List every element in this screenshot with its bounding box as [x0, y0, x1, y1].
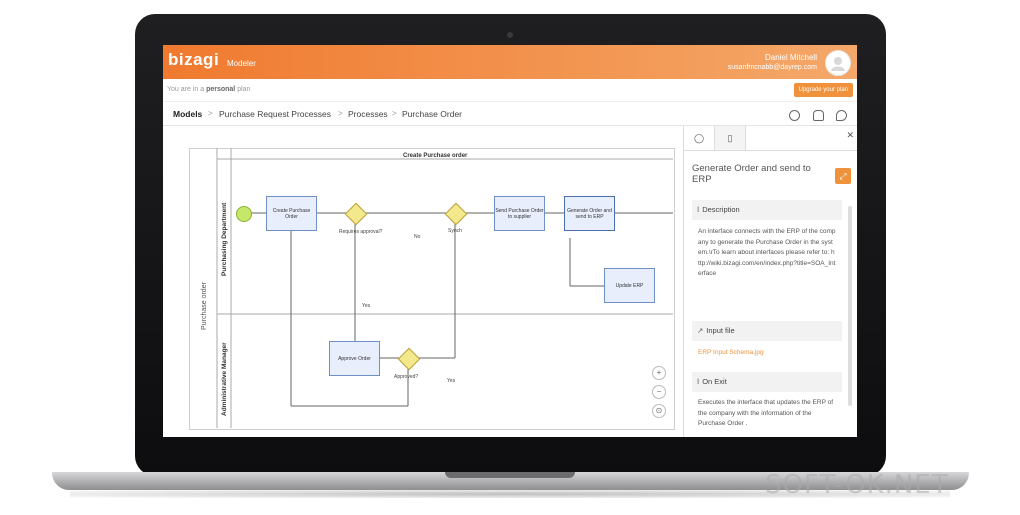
input-file-link[interactable]: ERP Input Schema.jpg — [698, 349, 764, 356]
task-update-erp[interactable]: Update ERP — [604, 268, 655, 303]
zoom-fit-icon[interactable]: ⊙ — [652, 404, 666, 418]
app-logo[interactable]: bizagi — [168, 50, 219, 70]
bell-icon[interactable] — [812, 110, 824, 121]
breadcrumb-purchase-request[interactable]: Purchase Request Processes — [219, 109, 331, 119]
breadcrumb-models[interactable]: Models — [173, 109, 202, 119]
label-approved: Approved? — [394, 374, 419, 380]
breadcrumb-separator: > — [208, 109, 213, 118]
avatar[interactable] — [825, 50, 851, 76]
label-synch: Synch — [448, 228, 462, 234]
text-icon: Ⅰ — [697, 377, 700, 386]
label-no: No — [414, 234, 421, 240]
on-exit-header[interactable]: Ⅰ On Exit — [692, 372, 842, 392]
label-yes: Yes — [362, 303, 371, 309]
task-create-purchase-order[interactable]: Create Purchase Order — [266, 196, 317, 231]
diagram-canvas[interactable]: Purchase order Create Purchase order Pur… — [163, 126, 683, 437]
panel-scrollbar[interactable] — [848, 206, 852, 406]
properties-panel: ◯ ▯ ✕ Generate Order and send to ERP ⤢ Ⅰ… — [683, 126, 857, 437]
label-yes-approved: Yes — [447, 378, 456, 384]
breadcrumb-processes[interactable]: Processes — [348, 109, 388, 119]
input-file-title: Input file — [706, 326, 735, 335]
top-bar: bizagi Modeler Daniel Mitchell susanfmcn… — [163, 45, 857, 79]
properties-tab-icon[interactable]: ▯ — [714, 126, 746, 150]
breadcrumb: Models > Purchase Request Processes > Pr… — [163, 101, 857, 126]
user-name[interactable]: Daniel Mitchell — [765, 53, 817, 62]
text-icon: Ⅰ — [697, 205, 700, 214]
product-name: Modeler — [227, 59, 256, 68]
comments-tab-icon[interactable]: ◯ — [684, 126, 714, 150]
screen: bizagi Modeler Daniel Mitchell susanfmcn… — [163, 45, 857, 437]
zoom-in-icon[interactable]: + — [652, 366, 666, 380]
laptop-notch — [445, 472, 575, 478]
plan-type: personal — [206, 86, 236, 93]
breadcrumb-purchase-order: Purchase Order — [402, 109, 462, 119]
on-exit-text: Executes the interface that updates the … — [698, 399, 834, 427]
task-send-purchase-order[interactable]: Send Purchase Order to supplier — [494, 196, 545, 231]
breadcrumb-separator: > — [338, 109, 343, 118]
external-link-icon: ↗ — [697, 326, 704, 335]
lane-admin-manager[interactable]: Administrative Manager — [221, 342, 228, 416]
description-title: Description — [702, 205, 740, 214]
breadcrumb-separator: > — [392, 109, 397, 118]
panel-tabs: ◯ ▯ ✕ — [684, 126, 857, 151]
watermark: SOFT-OK.NET — [765, 470, 949, 500]
camera-icon — [507, 32, 513, 38]
user-avatar-icon — [831, 57, 845, 71]
plan-text: You are in a personal plan — [167, 86, 250, 93]
plan-prefix: You are in a — [167, 86, 207, 93]
label-requires-approval: Requires approval? — [339, 229, 383, 235]
plan-suffix: plan — [235, 86, 251, 93]
diagram-title: Create Purchase order — [403, 153, 468, 159]
on-exit-title: On Exit — [702, 377, 727, 386]
description-header[interactable]: Ⅰ Description — [692, 200, 842, 220]
comment-icon[interactable] — [836, 110, 847, 121]
task-generate-order[interactable]: Generate Order and send to ERP — [564, 196, 615, 231]
input-file-header[interactable]: ↗ Input file — [692, 321, 842, 341]
zoom-out-icon[interactable]: − — [652, 385, 666, 399]
upgrade-plan-button[interactable]: Upgrade your plan — [793, 83, 853, 97]
user-email: susanfmcnabb@dayrep.com — [727, 64, 817, 71]
breadcrumb-actions — [781, 108, 847, 126]
plan-bar: You are in a personal plan Upgrade your … — [163, 79, 857, 102]
lane-purchasing[interactable]: Purchasing Department — [221, 203, 228, 276]
clock-icon[interactable] — [789, 110, 801, 121]
pool-label: Purchase order — [201, 282, 208, 330]
description-text: An interface connects with the ERP of th… — [698, 228, 836, 277]
task-approve-order[interactable]: Approve Order — [329, 341, 380, 376]
panel-title: Generate Order and send to ERP — [692, 163, 811, 185]
start-event[interactable] — [236, 206, 252, 222]
close-icon[interactable]: ✕ — [846, 130, 854, 141]
expand-button[interactable]: ⤢ — [835, 168, 851, 184]
